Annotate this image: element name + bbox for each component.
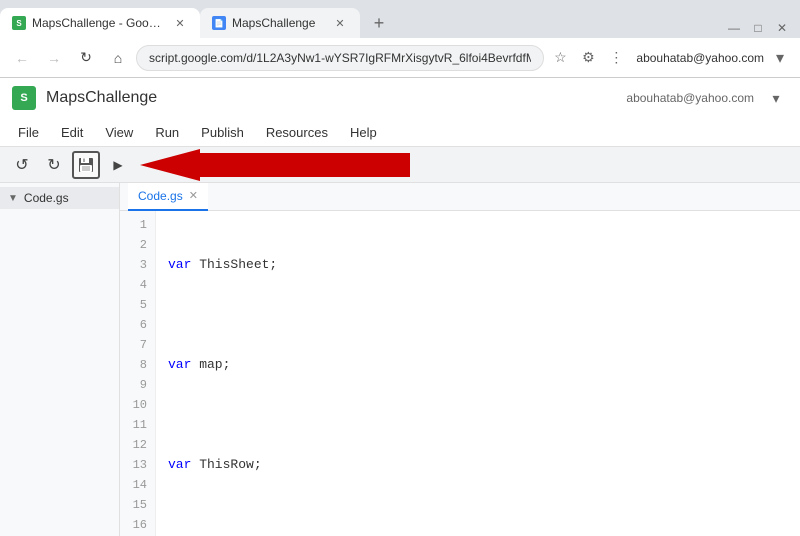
ln-13: 13 [128,455,147,475]
code-editor: Code.gs ✕ 1 2 3 4 5 6 7 8 9 10 11 12 13 … [120,183,800,536]
app-title: MapsChallenge [46,89,157,107]
toolbar: ↺ ↻ ▶ [0,147,800,183]
code-tab-code-gs[interactable]: Code.gs ✕ [128,183,208,211]
run-button[interactable]: ▶ [104,151,132,179]
menu-dots-icon[interactable]: ⋮ [604,46,628,70]
back-button[interactable]: ← [8,44,36,72]
redo-button[interactable]: ↻ [40,151,68,179]
ln-4: 4 [128,275,147,295]
user-email: abouhatab@yahoo.com [636,51,764,65]
maximize-button[interactable]: □ [748,18,768,38]
menu-resources[interactable]: Resources [256,121,338,144]
tab-mapschallenge-title: MapsChallenge [232,16,326,30]
extension-icon[interactable]: ⚙ [576,46,600,70]
ln-12: 12 [128,435,147,455]
address-input[interactable] [136,45,544,71]
file-chevron-icon: ▼ [8,193,18,204]
user-avatar[interactable]: ▾ [768,46,792,70]
menu-file[interactable]: File [8,121,49,144]
ln-16: 16 [128,515,147,535]
header-user-email: abouhatab@yahoo.com [626,91,754,105]
new-tab-button[interactable]: + [364,8,394,38]
arrow-overlay [140,149,410,181]
ln-2: 2 [128,235,147,255]
code-tabs: Code.gs ✕ [120,183,800,211]
code-line-1: var ThisSheet; [168,255,788,275]
app-title-row: S MapsChallenge abouhatab@yahoo.com ▾ [0,78,800,118]
tab-mapschallenge-close[interactable]: ✕ [332,15,348,31]
menu-view[interactable]: View [95,121,143,144]
code-lines[interactable]: var ThisSheet; var map; var ThisRow; var… [156,211,800,536]
file-item-code-gs[interactable]: ▼ Code.gs [0,187,119,209]
line-numbers: 1 2 3 4 5 6 7 8 9 10 11 12 13 14 15 16 1… [120,211,156,536]
menu-edit[interactable]: Edit [51,121,93,144]
tab-sheets-title: MapsChallenge - Google Sheets [32,16,166,30]
app-header: S MapsChallenge abouhatab@yahoo.com ▾ Fi… [0,78,800,147]
ln-10: 10 [128,395,147,415]
address-bar-row: ← → ↻ ⌂ ☆ ⚙ ⋮ abouhatab@yahoo.com ▾ [0,38,800,78]
address-icons: ☆ ⚙ ⋮ [548,46,628,70]
file-tree: ▼ Code.gs [0,183,120,536]
code-line-3: var map; [168,355,788,375]
editor-area: ▼ Code.gs Code.gs ✕ 1 2 3 4 5 6 7 8 9 [0,183,800,536]
home-button[interactable]: ⌂ [104,44,132,72]
header-user-dropdown[interactable]: ▾ [764,86,788,110]
file-label: Code.gs [24,191,69,205]
refresh-button[interactable]: ↻ [72,44,100,72]
ln-15: 15 [128,495,147,515]
ln-1: 1 [128,215,147,235]
menu-help[interactable]: Help [340,121,387,144]
minimize-button[interactable]: — [724,18,744,38]
menu-publish[interactable]: Publish [191,121,254,144]
close-window-button[interactable]: ✕ [772,18,792,38]
code-content[interactable]: 1 2 3 4 5 6 7 8 9 10 11 12 13 14 15 16 1… [120,211,800,536]
ln-9: 9 [128,375,147,395]
tab-bar: S MapsChallenge - Google Sheets ✕ 📄 Maps… [0,0,800,38]
code-tab-close-icon[interactable]: ✕ [189,189,198,202]
tab-sheets-close[interactable]: ✕ [172,15,188,31]
code-line-5: var ThisRow; [168,455,788,475]
ln-6: 6 [128,315,147,335]
tab-sheets[interactable]: S MapsChallenge - Google Sheets ✕ [0,8,200,38]
menu-bar: File Edit View Run Publish Resources Hel… [0,118,800,146]
ln-14: 14 [128,475,147,495]
undo-button[interactable]: ↺ [8,151,36,179]
code-tab-label: Code.gs [138,189,183,203]
app-icon: S [12,86,36,110]
menu-run[interactable]: Run [145,121,189,144]
forward-button[interactable]: → [40,44,68,72]
mapschallenge-favicon: 📄 [212,16,226,30]
bookmark-icon[interactable]: ☆ [548,46,572,70]
ln-11: 11 [128,415,147,435]
ln-5: 5 [128,295,147,315]
tab-mapschallenge[interactable]: 📄 MapsChallenge ✕ [200,8,360,38]
save-button[interactable] [72,151,100,179]
ln-8: 8 [128,355,147,375]
sheets-favicon: S [12,16,26,30]
ln-3: 3 [128,255,147,275]
ln-7: 7 [128,335,147,355]
